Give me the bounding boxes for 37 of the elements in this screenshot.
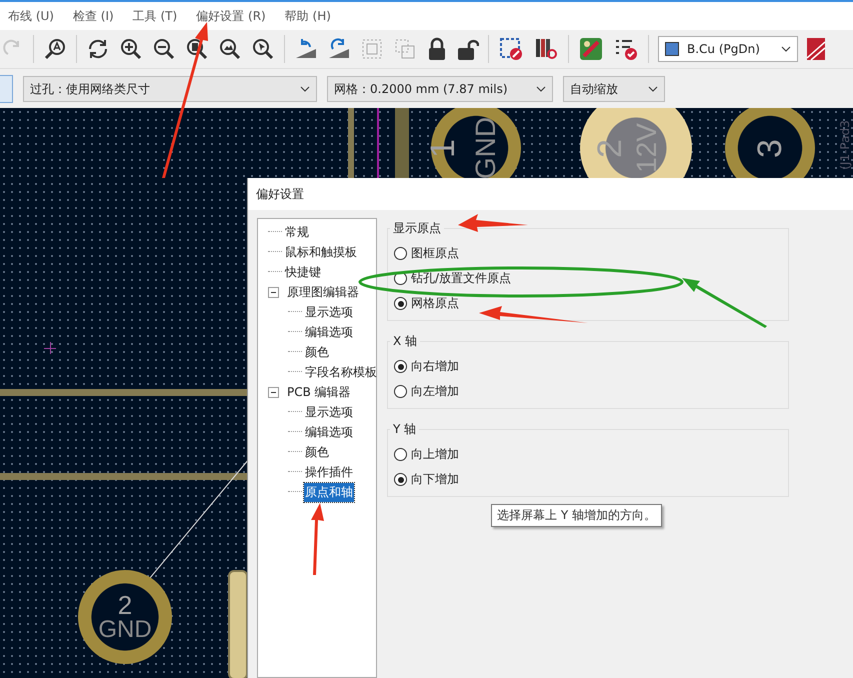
zoom-select[interactable]: 自动缩放 [563,76,665,102]
via-select[interactable]: 过孔：使用网络类尺寸 [23,76,317,102]
group-title: Y 轴 [392,421,418,438]
tree-item[interactable]: 字段名称模板 [304,362,378,382]
tree-item[interactable]: 鼠标和触摸板 [284,242,358,262]
tree-item[interactable]: 颜色 [304,442,330,462]
tree-item[interactable]: 原点和轴 [304,482,354,502]
tooltip: 选择屏幕上 Y 轴增加的方向。 [491,504,662,527]
radio-label[interactable]: 图框原点 [411,245,459,262]
radio-label[interactable]: 向下增加 [411,471,459,488]
radio-label[interactable]: 向右增加 [411,358,459,375]
menu-item[interactable]: 布线 (U) [8,8,54,24]
group-title: 显示原点 [392,220,442,237]
tree-item[interactable]: 编辑选项 [304,322,354,342]
menu-item[interactable]: 工具 (T) [132,8,178,24]
menu-item[interactable]: 帮助 (H) [284,8,331,24]
pad-reference-label: (J1-Pad3 [838,120,852,170]
tree-item[interactable]: 编辑选项 [304,422,354,442]
tree-item[interactable]: 快捷键 [284,262,322,282]
tree-item[interactable]: 颜色 [304,342,330,362]
radio-label[interactable]: 向左增加 [411,383,459,400]
pcb-pad: 2 GND [78,570,172,664]
grid-select[interactable]: 网格：0.2000 mm (7.87 mils) [327,76,553,102]
layer-select[interactable]: B.Cu (PgDn) [658,36,798,62]
radio-label[interactable]: 向上增加 [411,446,459,463]
tree-item[interactable]: 原理图编辑器 [286,282,360,302]
tree-item[interactable]: 显示选项 [304,302,354,322]
tree-item[interactable]: 常规 [284,222,310,242]
radio-label[interactable]: 钻孔/放置文件原点 [411,270,512,287]
tree-item[interactable]: PCB 编辑器 [286,382,352,402]
menu-item[interactable]: 偏好设置 (R) [196,8,266,24]
radio-label[interactable]: 网格原点 [411,295,459,312]
group-title: X 轴 [392,333,418,350]
menu-item[interactable]: 检查 (I) [72,8,114,24]
tree-item[interactable]: 操作插件 [304,462,354,482]
tree-item[interactable]: 显示选项 [304,402,354,422]
dialog-title: 偏好设置 [248,178,853,210]
